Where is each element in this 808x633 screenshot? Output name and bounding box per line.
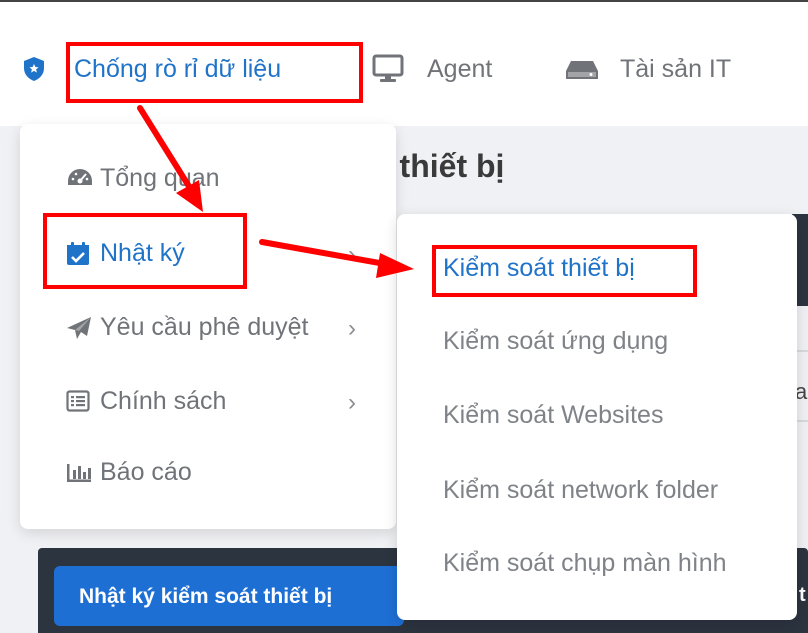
arrow-head <box>376 253 414 278</box>
annotation-arrows <box>137 105 414 278</box>
arrow-line <box>137 105 193 191</box>
arrow-line <box>259 239 388 267</box>
